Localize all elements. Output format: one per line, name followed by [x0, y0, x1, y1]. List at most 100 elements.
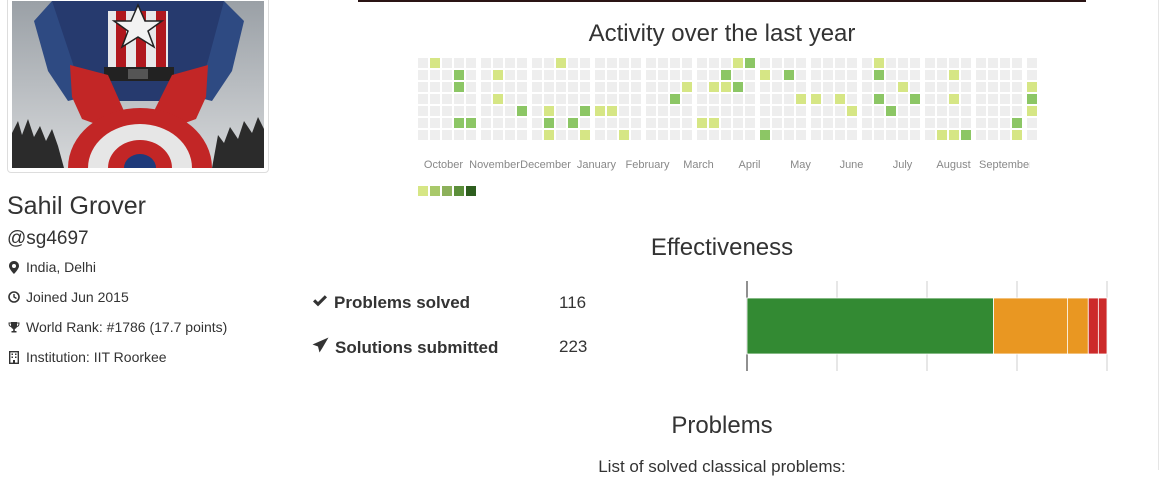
heatmap-cell [418, 58, 428, 68]
heatmap-cell [1000, 70, 1010, 80]
heatmap-cell [961, 130, 971, 140]
heatmap-cell [898, 118, 908, 128]
heatmap-cell [910, 106, 920, 116]
profile-handle: @sg4697 [7, 228, 89, 249]
heatmap-cell [721, 118, 731, 128]
heatmap-cell [976, 82, 986, 92]
heatmap-cell [517, 58, 527, 68]
heatmap-cell [430, 130, 440, 140]
heatmap-cell [733, 94, 743, 104]
heatmap-cell [1012, 118, 1022, 128]
heatmap-cell [949, 106, 959, 116]
heatmap-cell [1012, 130, 1022, 140]
solutions-submitted-stat: Solutions submitted [312, 337, 498, 358]
heatmap-cell [580, 82, 590, 92]
heatmap-cell [874, 94, 884, 104]
month-label: October [423, 159, 464, 171]
heatmap-cell [556, 106, 566, 116]
month-label: March [683, 159, 714, 171]
heatmap-cell [580, 106, 590, 116]
heatmap-cell [835, 58, 845, 68]
heatmap-cell [580, 130, 590, 140]
heatmap-cell [961, 70, 971, 80]
heatmap-cell [466, 130, 476, 140]
heatmap-cell [784, 130, 794, 140]
heatmap-cell [910, 130, 920, 140]
world-rank-link[interactable]: World Rank: #1786 (17.7 points) [26, 319, 227, 335]
heatmap-cell [1027, 118, 1037, 128]
heatmap-cell [481, 106, 491, 116]
heatmap-cell [988, 58, 998, 68]
heatmap-cell [619, 94, 629, 104]
heatmap-cell [760, 130, 770, 140]
heatmap-cell [568, 58, 578, 68]
heatmap-cell [505, 130, 515, 140]
heatmap-cell [682, 130, 692, 140]
heatmap-cell [481, 130, 491, 140]
heatmap-cell [733, 106, 743, 116]
heatmap-cell [988, 94, 998, 104]
heatmap-cell [1012, 58, 1022, 68]
heatmap-cell [1000, 94, 1010, 104]
heatmap-cell [835, 94, 845, 104]
heatmap-cell [430, 58, 440, 68]
heatmap-cell [619, 70, 629, 80]
heatmap-cell [532, 70, 542, 80]
heatmap-cell [505, 58, 515, 68]
heatmap-cell [493, 94, 503, 104]
heatmap-cell [658, 82, 668, 92]
heatmap-cell [631, 82, 641, 92]
heatmap-cell [760, 106, 770, 116]
heatmap-cell [898, 106, 908, 116]
problems-solved-stat: Problems solved [312, 293, 470, 313]
heatmap-cell [937, 70, 947, 80]
heatmap-cell [949, 94, 959, 104]
heatmap-cell [847, 70, 857, 80]
heatmap-cell [658, 130, 668, 140]
problems-solved-value: 116 [559, 293, 587, 312]
heatmap-cell [607, 58, 617, 68]
heatmap-cell [976, 106, 986, 116]
heatmap-cell [910, 70, 920, 80]
heatmap-cell [1012, 70, 1022, 80]
heatmap-cell [1000, 118, 1010, 128]
heatmap-cell [733, 70, 743, 80]
heatmap-cell [733, 118, 743, 128]
heatmap-cell [646, 106, 656, 116]
heatmap-cell [454, 58, 464, 68]
heatmap-cell [646, 58, 656, 68]
heatmap-cell [466, 58, 476, 68]
heatmap-cell [607, 106, 617, 116]
bar-segment [1097, 297, 1108, 355]
heatmap-cell [823, 70, 833, 80]
heatmap-cell [910, 118, 920, 128]
heatmap-cell [466, 118, 476, 128]
heatmap-cell [697, 70, 707, 80]
heatmap-cell [442, 94, 452, 104]
heatmap-cell [1012, 94, 1022, 104]
heatmap-cell [418, 70, 428, 80]
heatmap-cell [745, 106, 755, 116]
heatmap-cell [1000, 106, 1010, 116]
heatmap-cell [556, 94, 566, 104]
month-label: February [625, 159, 670, 171]
month-label: April [738, 159, 761, 171]
heatmap-cell [886, 130, 896, 140]
heatmap-cell [721, 94, 731, 104]
heatmap-cell [988, 70, 998, 80]
heatmap-cell [925, 118, 935, 128]
heatmap-cell [847, 118, 857, 128]
heatmap-cell [874, 70, 884, 80]
profile-name: Sahil Grover [7, 192, 146, 220]
heatmap-cell [898, 82, 908, 92]
heatmap-cell [1027, 94, 1037, 104]
heatmap-cell [937, 106, 947, 116]
heatmap-cell [1027, 58, 1037, 68]
heatmap-cell [709, 106, 719, 116]
heatmap-cell [517, 82, 527, 92]
heatmap-cell [772, 94, 782, 104]
heatmap-cell [682, 94, 692, 104]
heatmap-cell [976, 58, 986, 68]
heatmap-cell [682, 70, 692, 80]
avatar [7, 0, 269, 173]
